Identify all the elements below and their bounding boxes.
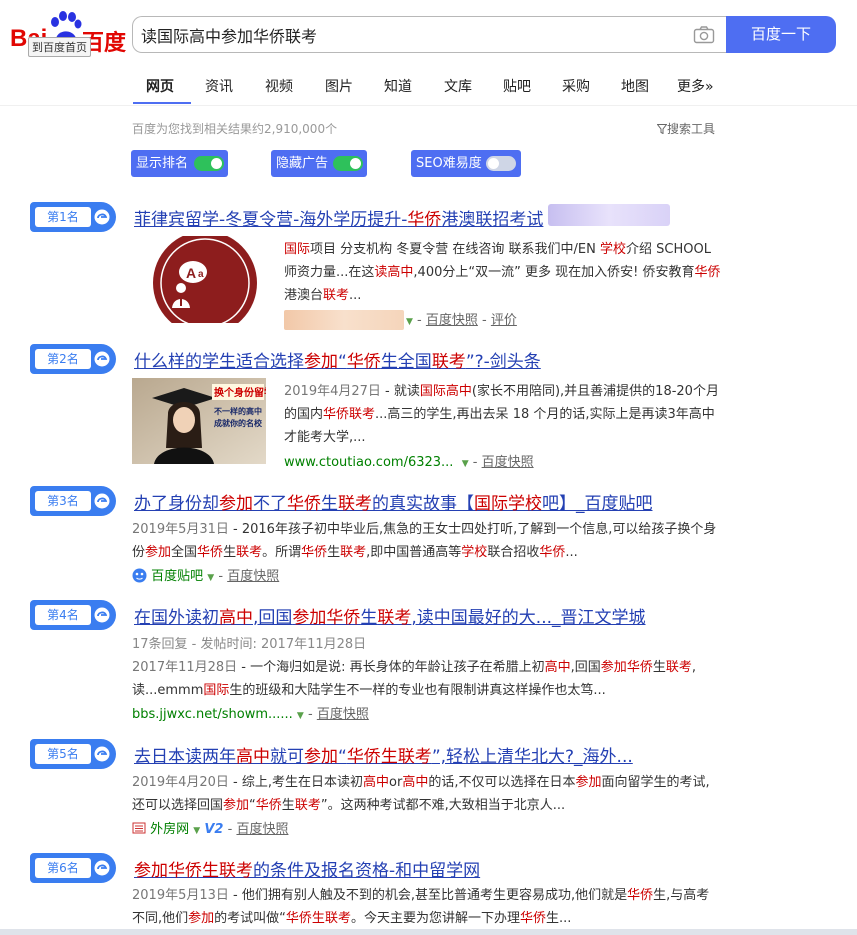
rank-label: 第1名 bbox=[35, 207, 91, 227]
result-title[interactable]: 参加华侨生联考的条件及报名资格-和中留学网 bbox=[134, 856, 480, 881]
result-title[interactable]: 什么样的学生适合选择参加“华侨生全国联考”?-剑头条 bbox=[134, 347, 541, 372]
link-icon bbox=[94, 746, 110, 762]
thumb-caption-2: 不一样的高中 bbox=[214, 406, 262, 416]
site-icon bbox=[132, 822, 146, 834]
switch-on[interactable] bbox=[333, 156, 363, 171]
toggle-label: SEO难易度 bbox=[416, 156, 482, 171]
svg-text:a: a bbox=[198, 269, 204, 280]
result-abstract: 2019年5月13日 - 他们拥有别人触及不到的机会,甚至比普通考生更容易成功,… bbox=[132, 888, 710, 926]
switch-off[interactable] bbox=[486, 156, 516, 171]
link-icon bbox=[94, 351, 110, 367]
blurred-region bbox=[548, 204, 670, 226]
tab-images[interactable]: 图片 bbox=[325, 76, 353, 96]
tab-tieba[interactable]: 贴吧 bbox=[503, 76, 531, 96]
result-abstract: 2019年5月31日 - 2016年孩子初中毕业后,焦急的王女士四处打听,了解到… bbox=[132, 522, 717, 560]
tab-video[interactable]: 视频 bbox=[265, 76, 293, 96]
rank-badge: 第6名 bbox=[30, 853, 116, 883]
result-url-line: 百度贴吧 ▼ - 百度快照 bbox=[132, 565, 279, 584]
rank-label: 第4名 bbox=[35, 605, 91, 625]
rank-label: 第2名 bbox=[35, 349, 91, 369]
result-url-line: 外房网 ▼ V2 - 百度快照 bbox=[132, 818, 288, 837]
tab-wenku[interactable]: 文库 bbox=[444, 76, 472, 96]
dropdown-arrow-icon[interactable]: ▼ bbox=[462, 459, 469, 469]
result-title[interactable]: 在国外读初高中,回国参加华侨生联考,读中国最好的大..._晋江文学城 bbox=[134, 603, 646, 628]
divider bbox=[0, 105, 857, 106]
link-icon bbox=[94, 493, 110, 509]
rank-label: 第5名 bbox=[35, 744, 91, 764]
header: Bai 百度 到百度首页 百度一下 bbox=[0, 0, 857, 66]
result-abstract: 国际项目 分支机构 冬夏令营 在线咨询 联系我们中/EN 学校介绍 SCHOOL… bbox=[284, 242, 721, 303]
active-tab-underline bbox=[133, 102, 191, 104]
result-url-line: bbs.jjwxc.net/showm...... ▼ - 百度快照 bbox=[132, 707, 369, 722]
blurred-url bbox=[284, 310, 404, 330]
dropdown-arrow-icon[interactable]: ▼ bbox=[193, 826, 200, 836]
search-button[interactable]: 百度一下 bbox=[726, 16, 836, 53]
result-count: 百度为您找到相关结果约2,910,000个 bbox=[132, 122, 338, 136]
camera-icon[interactable] bbox=[693, 25, 715, 45]
search-box[interactable] bbox=[132, 16, 726, 53]
search-tools-label: 搜索工具 bbox=[667, 122, 716, 136]
horizontal-scrollbar[interactable] bbox=[0, 929, 857, 935]
filter-icon bbox=[656, 124, 668, 135]
result-abstract: 2019年4月27日 - 就读国际高中(家长不用陪同),并且善浦提供的18-20… bbox=[284, 384, 719, 445]
result-url[interactable]: www.ctoutiao.com/6323... bbox=[284, 455, 453, 470]
result-meta: 17条回复 - 发帖时间: 2017年11月28日 bbox=[132, 637, 367, 652]
result-url-line: ▼ - 百度快照 - 评价 bbox=[406, 313, 517, 328]
tab-web[interactable]: 网页 bbox=[146, 76, 174, 96]
tab-purchase[interactable]: 采购 bbox=[562, 76, 590, 96]
snapshot-link[interactable]: 百度快照 bbox=[426, 313, 478, 328]
dropdown-arrow-icon[interactable]: ▼ bbox=[207, 573, 214, 583]
link-icon bbox=[94, 860, 110, 876]
rank-badge: 第2名 bbox=[30, 344, 116, 374]
thumb-caption-1: 换个身份留学 bbox=[214, 386, 266, 399]
result-url[interactable]: bbs.jjwxc.net/showm...... bbox=[132, 707, 293, 722]
tab-zhidao[interactable]: 知道 bbox=[384, 76, 412, 96]
v2-badge[interactable]: V2 bbox=[204, 822, 223, 837]
tab-news[interactable]: 资讯 bbox=[205, 76, 233, 96]
result-thumbnail[interactable]: A a bbox=[153, 236, 258, 323]
search-tools-button[interactable]: 搜索工具 bbox=[656, 120, 716, 137]
snapshot-link[interactable]: 百度快照 bbox=[317, 707, 369, 722]
toggle-label: 显示排名 bbox=[136, 156, 189, 171]
result-source[interactable]: 百度贴吧 bbox=[151, 569, 203, 584]
switch-on[interactable] bbox=[194, 156, 224, 171]
link-icon bbox=[94, 607, 110, 623]
thumb-caption-3: 成就你的名校 bbox=[214, 418, 263, 428]
snapshot-link[interactable]: 百度快照 bbox=[236, 822, 288, 837]
result-thumbnail[interactable]: 换个身份留学 不一样的高中 成就你的名校 bbox=[132, 378, 266, 464]
rank-badge: 第5名 bbox=[30, 739, 116, 769]
link-icon bbox=[94, 209, 110, 225]
snapshot-link[interactable]: 百度快照 bbox=[482, 455, 534, 470]
rank-label: 第3名 bbox=[35, 491, 91, 511]
result-title[interactable]: 菲律宾留学-冬夏令营-海外学历提升-华侨港澳联招考试 bbox=[134, 205, 543, 230]
tieba-icon bbox=[132, 568, 147, 583]
toggle-show-rank[interactable]: 显示排名 bbox=[131, 150, 228, 177]
rank-badge: 第1名 bbox=[30, 202, 116, 232]
rank-badge: 第3名 bbox=[30, 486, 116, 516]
dropdown-arrow-icon[interactable]: ▼ bbox=[406, 317, 413, 327]
home-button[interactable]: 到百度首页 bbox=[28, 37, 91, 57]
tab-more[interactable]: 更多» bbox=[677, 76, 714, 96]
snapshot-link[interactable]: 百度快照 bbox=[227, 569, 279, 584]
toggle-label: 隐藏广告 bbox=[276, 156, 329, 171]
svg-text:A: A bbox=[186, 265, 196, 281]
baidu-logo[interactable]: Bai 百度 到百度首页 bbox=[8, 8, 126, 57]
dropdown-arrow-icon[interactable]: ▼ bbox=[297, 711, 304, 721]
toggle-hide-ads[interactable]: 隐藏广告 bbox=[271, 150, 367, 177]
result-title[interactable]: 办了身份却参加不了华侨生联考的真实故事【国际学校吧】_百度贴吧 bbox=[134, 489, 653, 514]
toggle-seo-difficulty[interactable]: SEO难易度 bbox=[411, 150, 521, 177]
result-title[interactable]: 去日本读两年高中就可参加“华侨生联考”,轻松上清华北大?_海外... bbox=[134, 742, 633, 767]
result-source[interactable]: 外房网 bbox=[150, 822, 189, 837]
result-abstract: 2017年11月28日 - 一个海归如是说: 再长身体的年龄让孩子在希腊上初高中… bbox=[132, 660, 696, 698]
rank-label: 第6名 bbox=[35, 858, 91, 878]
result-abstract: 2019年4月20日 - 综上,考生在日本读初高中or高中的话,不仅可以选择在日… bbox=[132, 775, 710, 813]
tab-map[interactable]: 地图 bbox=[621, 76, 649, 96]
result-url-line: www.ctoutiao.com/6323... ▼ - 百度快照 bbox=[284, 455, 534, 470]
search-input[interactable] bbox=[141, 23, 681, 47]
search-tabs: 网页 资讯 视频 图片 知道 文库 贴吧 采购 地图 更多» bbox=[0, 66, 857, 106]
review-link[interactable]: 评价 bbox=[491, 313, 517, 328]
rank-badge: 第4名 bbox=[30, 600, 116, 630]
baidu-results-page: Bai 百度 到百度首页 百度一下 网页 资讯 视频 图片 知道 bbox=[0, 0, 857, 935]
